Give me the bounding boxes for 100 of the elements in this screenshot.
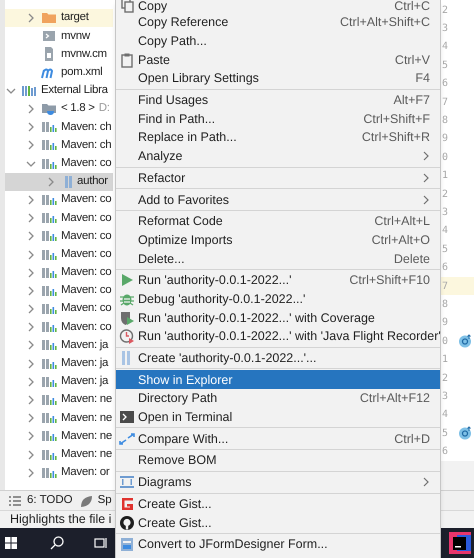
tree-row[interactable]: Maven: ne	[5, 409, 113, 428]
menu-item[interactable]: Find in Path... Ctrl+Shift+F	[116, 109, 440, 128]
menu-item[interactable]: Compare With... Ctrl+D	[116, 429, 440, 448]
play-icon	[119, 272, 135, 288]
tree-row[interactable]: Maven: co	[5, 227, 113, 246]
line-number: 4	[442, 40, 450, 54]
item-label: Maven: ja	[61, 356, 108, 372]
item-label: Maven: co	[61, 246, 112, 262]
menu-item[interactable]: Delete... Delete	[116, 249, 440, 268]
tree-row[interactable]: Maven: ja	[5, 354, 113, 373]
tree-row[interactable]: Maven: ne	[5, 390, 113, 410]
tree-row[interactable]: Maven: ja	[5, 372, 113, 391]
menu-item[interactable]: Create 'authority-0.0.1-2022...'...	[116, 348, 440, 368]
item-label: Maven: ja	[61, 374, 108, 390]
item-label: Maven: co	[61, 156, 112, 171]
tree-row[interactable]: mvnw.cm	[5, 45, 113, 64]
menu-item[interactable]: Remove BOM	[116, 451, 440, 470]
item-label: Maven: ne	[61, 392, 112, 408]
menu-item[interactable]: Convert to JFormDesigner Form...	[116, 534, 440, 554]
line-number: 0	[442, 150, 450, 165]
item-label: mvnw.cm	[61, 46, 107, 62]
line-number: 3	[442, 390, 450, 404]
tree-row[interactable]: Maven: co	[5, 209, 113, 228]
list-icon	[8, 494, 22, 508]
line-number: 2	[442, 188, 450, 202]
menu-item[interactable]: Show in Explorer	[116, 370, 440, 390]
tree-row[interactable]: < 1.8 > D:	[5, 100, 113, 118]
menu-item[interactable]: Copy Reference Ctrl+Alt+Shift+C	[116, 13, 440, 32]
clock-icon	[119, 328, 135, 344]
github-logo-icon	[119, 514, 135, 531]
tree-row[interactable]: Maven: ne	[5, 446, 113, 464]
search-icon[interactable]	[50, 536, 64, 550]
item-label: External Libra	[41, 83, 108, 98]
item-label: Maven: co	[61, 228, 112, 244]
ide-app-icon[interactable]	[449, 532, 471, 554]
tree-row[interactable]: author	[5, 172, 113, 191]
line-number: 9	[442, 316, 450, 330]
line-number: 5	[442, 426, 450, 441]
tree-row[interactable]: Maven: ch	[5, 136, 113, 154]
tree-row[interactable]: Maven: co	[5, 318, 113, 336]
task-view-icon[interactable]	[94, 537, 108, 549]
tree-row[interactable]: Maven: co	[5, 190, 113, 210]
item-label: target	[61, 10, 89, 26]
tree-row[interactable]: Maven: ch	[5, 118, 113, 136]
item-label: Maven: ne	[61, 446, 112, 462]
menu-item[interactable]: Create Gist...	[116, 513, 440, 532]
menu-item[interactable]: Run 'authority-0.0.1-2022...' with Coverage	[116, 308, 440, 327]
menu-item[interactable]: Paste Ctrl+V	[116, 50, 440, 70]
tool-window-tab[interactable]: 6: TODO	[27, 492, 73, 510]
menu-item[interactable]: Directory Path Ctrl+Alt+F12	[116, 389, 440, 408]
tree-row[interactable]: target	[5, 9, 113, 28]
diagram-icon	[119, 474, 135, 490]
menu-item[interactable]: Find Usages Alt+F7	[116, 90, 440, 110]
menu-item[interactable]: Optimize Imports Ctrl+Alt+O	[116, 230, 440, 250]
item-label: pom.xml	[61, 65, 102, 80]
line-number: 9	[442, 132, 450, 146]
item-label: Maven: ch	[61, 120, 112, 135]
menu-item[interactable]: Copy Path...	[116, 32, 440, 50]
item-label: Maven: co	[61, 192, 112, 208]
item-label: mvnw	[61, 28, 90, 44]
line-number: 8	[442, 114, 450, 128]
tree-row[interactable]: Maven: co	[5, 264, 113, 282]
menu-item[interactable]: Reformat Code Ctrl+Alt+L	[116, 212, 440, 231]
line-number: 0	[442, 334, 450, 349]
clipboard-icon	[119, 52, 135, 68]
shield-play-icon	[119, 310, 135, 326]
windows-start-icon[interactable]	[5, 537, 17, 549]
menu-item[interactable]: Create Gist...	[116, 494, 440, 514]
menu-item[interactable]: Open Library Settings F4	[116, 69, 440, 88]
menu-item[interactable]: Run 'authority-0.0.1-2022...' Ctrl+Shift+F10	[116, 270, 440, 290]
menu-item[interactable]: Analyze	[116, 146, 440, 166]
menu-item[interactable]: Add to Favorites	[116, 190, 440, 209]
item-label: Maven: co	[61, 210, 112, 226]
tree-row[interactable]: External Libra	[5, 82, 113, 100]
tree-row[interactable]: Maven: co	[5, 154, 113, 173]
menu-item[interactable]: Replace in Path... Ctrl+Shift+R	[116, 128, 440, 147]
menu-item[interactable]: Refactor	[116, 168, 440, 188]
menu-item[interactable]: Debug 'authority-0.0.1-2022...'	[116, 290, 440, 308]
menu-item[interactable]: Diagrams	[116, 472, 440, 492]
tool-window-tab[interactable]: Sp	[98, 492, 112, 510]
tree-row[interactable]: mvnw	[5, 27, 113, 46]
item-label: Maven: ch	[61, 138, 112, 153]
tree-row[interactable]: Maven: co	[5, 245, 113, 264]
menu-item[interactable]: Copy Ctrl+C	[116, 0, 440, 13]
menu-item[interactable]: Run 'authority-0.0.1-2022...' with 'Java Flight Recorder'	[116, 327, 440, 346]
leaf-icon	[78, 494, 93, 508]
tree-row[interactable]: Maven: ja	[5, 336, 113, 355]
item-label: Maven: ne	[61, 410, 112, 426]
tree-row[interactable]: pom.xml	[5, 64, 113, 82]
menu-item[interactable]: Open in Terminal	[116, 408, 440, 426]
jdk-folder-icon	[41, 101, 57, 118]
item-label: < 1.8 >	[61, 101, 95, 116]
line-number: 7	[442, 280, 450, 294]
tree-row[interactable]: Maven: co	[5, 300, 113, 318]
line-number: 6	[442, 445, 450, 460]
tree-row[interactable]: Maven: co	[5, 282, 113, 300]
line-number: 3	[442, 22, 450, 36]
tree-row[interactable]: Maven: or	[5, 464, 113, 482]
line-number: 4	[442, 224, 450, 238]
tree-row[interactable]: Maven: ne	[5, 427, 113, 446]
